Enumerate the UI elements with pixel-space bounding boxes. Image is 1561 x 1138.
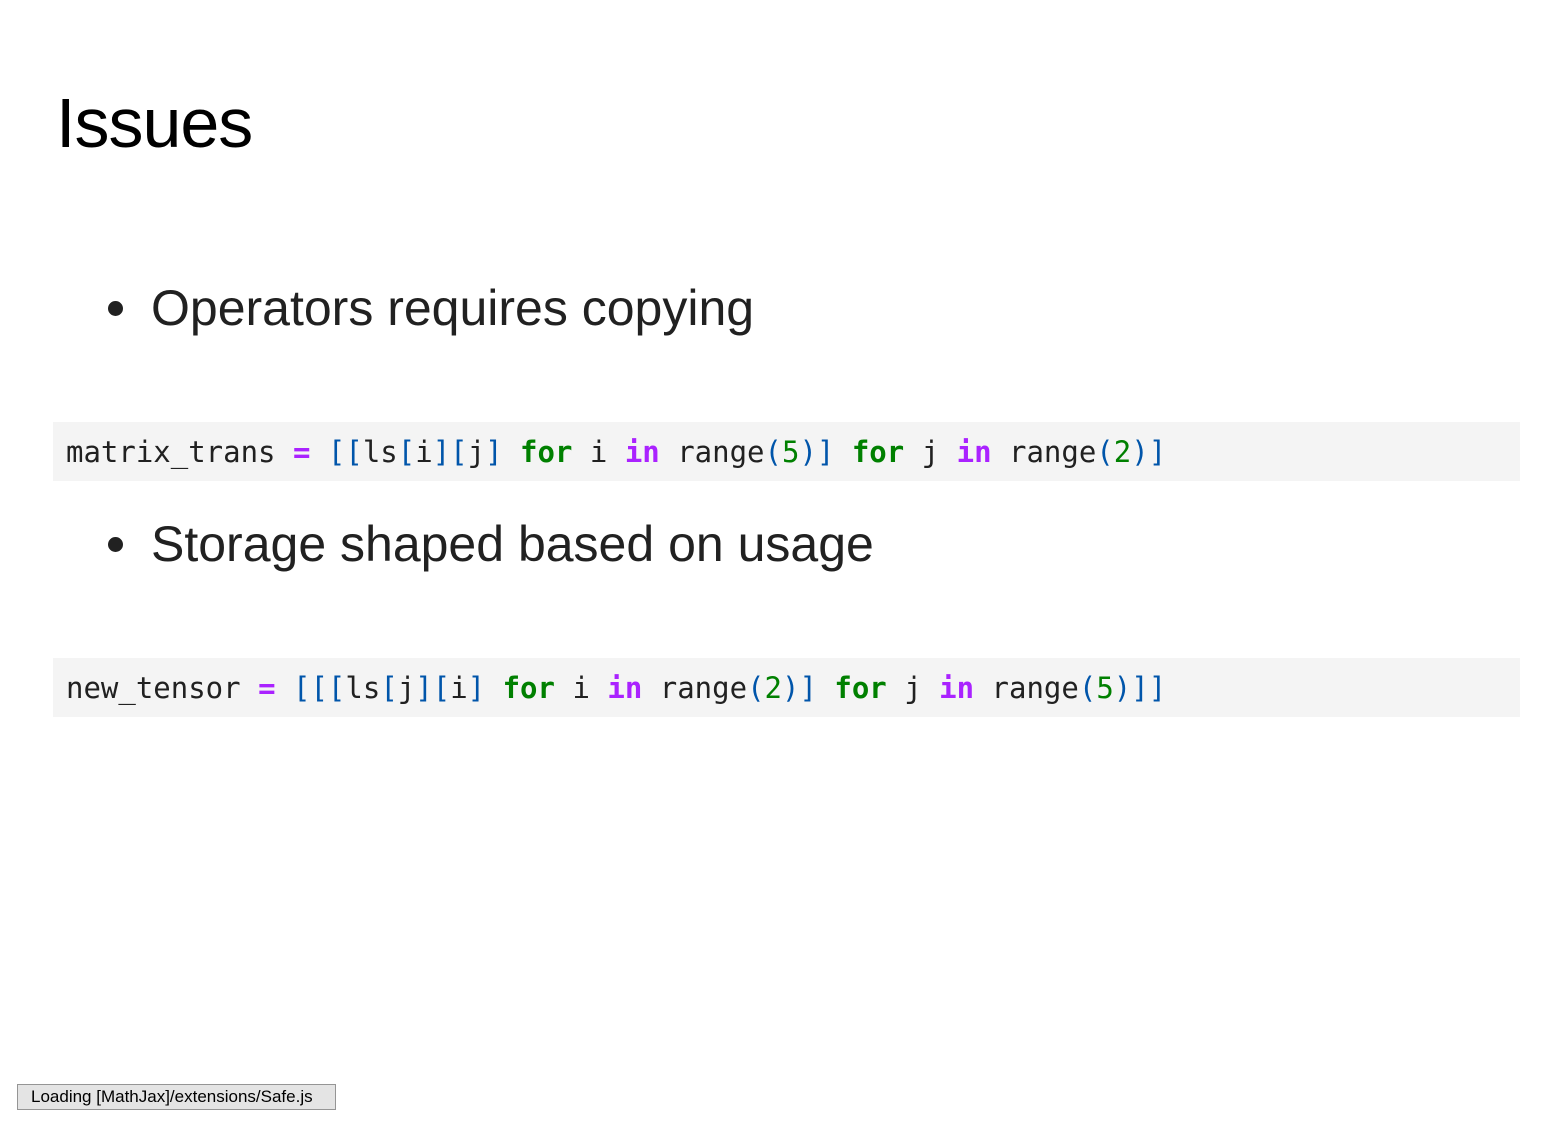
- code-builtin: range: [974, 670, 1079, 705]
- code-builtin: range: [991, 434, 1097, 469]
- code-punctuation: [: [380, 670, 398, 705]
- code-punctuation: ][: [415, 670, 451, 705]
- code-keyword: for: [502, 670, 555, 705]
- code-punctuation: )]]: [1113, 670, 1167, 705]
- code-variable: matrix_trans: [66, 434, 276, 469]
- bullet-text: Operators requires copying: [151, 280, 755, 336]
- slide-title: Issues: [56, 84, 253, 162]
- bullet-text: Storage shaped based on usage: [151, 516, 874, 572]
- code-punctuation: (: [747, 670, 765, 705]
- code-number: 5: [1096, 670, 1114, 705]
- code-punctuation: )]: [1131, 434, 1167, 469]
- code-builtin: range: [642, 670, 748, 705]
- code-keyword: in: [939, 670, 975, 705]
- code-punctuation: )]: [782, 670, 817, 705]
- code-number: 5: [781, 434, 800, 469]
- code-punctuation: )]: [799, 434, 835, 469]
- bullet-item-operators: Operators requires copying: [108, 278, 754, 338]
- code-operator: =: [258, 670, 276, 705]
- code-variable: new_tensor: [66, 670, 241, 705]
- code-name: j: [397, 670, 416, 705]
- code-builtin: range: [659, 434, 765, 469]
- code-punctuation: [[: [327, 434, 363, 469]
- code-punctuation: ]: [485, 434, 503, 469]
- code-block-matrix-trans[interactable]: matrix_trans = [[ls[i][j] for i in range…: [53, 422, 1520, 481]
- code-name: i: [450, 670, 468, 705]
- code-name: ls: [362, 434, 398, 469]
- code-name: ls: [345, 670, 381, 705]
- code-name: j: [904, 434, 957, 469]
- code-punctuation: [: [397, 434, 416, 469]
- code-operator: =: [292, 434, 311, 469]
- mathjax-loading-status: Loading [MathJax]/extensions/Safe.js: [17, 1084, 336, 1110]
- code-name: j: [467, 434, 486, 469]
- code-keyword: for: [851, 434, 905, 469]
- code-keyword: for: [520, 434, 573, 469]
- code-name: i: [572, 434, 625, 469]
- code-block-new-tensor[interactable]: new_tensor = [[[ls[j][i] for i in range(…: [53, 658, 1520, 717]
- code-punctuation: (: [1078, 670, 1097, 705]
- code-keyword: in: [956, 434, 992, 469]
- code-number: 2: [1113, 434, 1132, 469]
- code-punctuation: [[[: [293, 670, 346, 705]
- code-name: i: [554, 670, 608, 705]
- bullet-dot-icon: [108, 536, 123, 552]
- code-punctuation: ]: [467, 670, 486, 705]
- code-punctuation: ][: [432, 434, 468, 469]
- code-name: j: [886, 670, 940, 705]
- code-punctuation: (: [1096, 434, 1114, 469]
- code-keyword: in: [624, 434, 660, 469]
- code-name: i: [415, 434, 433, 469]
- code-punctuation: (: [764, 434, 782, 469]
- bullet-item-storage: Storage shaped based on usage: [108, 514, 874, 574]
- code-keyword: in: [607, 670, 643, 705]
- code-keyword: for: [834, 670, 887, 705]
- code-number: 2: [764, 670, 782, 705]
- bullet-dot-icon: [108, 300, 123, 316]
